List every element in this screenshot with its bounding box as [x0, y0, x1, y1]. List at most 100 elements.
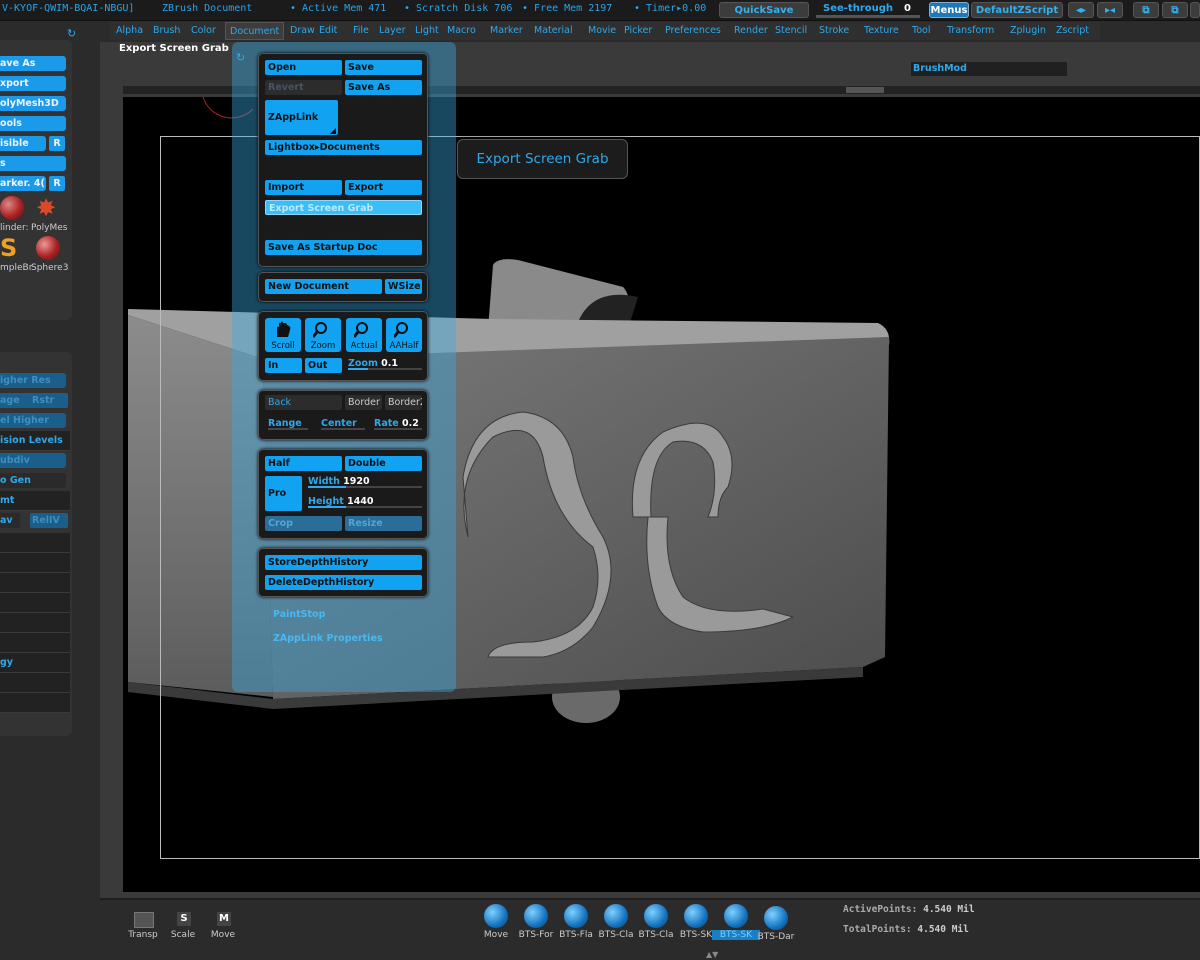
- subdiv-button[interactable]: ubdiv: [0, 453, 66, 468]
- height-slider[interactable]: Height 1440: [308, 494, 422, 509]
- relv-button[interactable]: RelIV: [30, 513, 68, 528]
- all-visible-button[interactable]: isible: [0, 136, 46, 151]
- tray-row-6[interactable]: [0, 633, 70, 653]
- brush-mod-field[interactable]: BrushMod: [911, 62, 1067, 76]
- menu-render[interactable]: Render: [734, 22, 768, 40]
- back-color-swatch[interactable]: Back: [265, 395, 342, 410]
- brush-bts-for[interactable]: BTS-For: [516, 904, 556, 944]
- zapplink-properties-subpalette[interactable]: ZAppLink Properties: [273, 633, 383, 644]
- wsize-button[interactable]: WSize: [385, 279, 422, 294]
- smooth-av-button[interactable]: av: [0, 513, 20, 528]
- export-screen-grab-button[interactable]: Export Screen Grab: [265, 200, 422, 215]
- brush-bts-sk-2-selected[interactable]: BTS-SK: [712, 904, 760, 944]
- del-higher-button[interactable]: el Higher: [0, 413, 66, 428]
- r-button-1[interactable]: R: [49, 136, 65, 151]
- new-document-button[interactable]: New Document: [265, 279, 382, 294]
- crop-button[interactable]: Crop: [265, 516, 342, 531]
- store-depth-history-button[interactable]: StoreDepthHistory: [265, 555, 422, 570]
- rstr-button[interactable]: Rstr: [30, 393, 68, 408]
- transp-button[interactable]: Transp: [128, 910, 158, 940]
- save-button[interactable]: Save: [345, 60, 422, 75]
- menu-arrows-right-icon[interactable]: ▸◂: [1097, 2, 1123, 18]
- half-button[interactable]: Half: [265, 456, 342, 471]
- move-button[interactable]: M Move: [208, 910, 238, 940]
- menu-zscript[interactable]: Zscript: [1056, 22, 1089, 40]
- panel-refresh-icon[interactable]: ↻: [67, 27, 76, 40]
- zapplink-button[interactable]: ZAppLink ◢: [265, 100, 338, 135]
- make-marker-button[interactable]: arker. 4(: [0, 176, 46, 191]
- topology-row[interactable]: gy: [0, 653, 70, 673]
- border2-swatch[interactable]: Border2: [385, 395, 422, 410]
- import-button[interactable]: Import: [265, 180, 342, 195]
- scale-button[interactable]: S Scale: [168, 910, 198, 940]
- simplebrush-icon[interactable]: S: [0, 236, 17, 260]
- zoom-button[interactable]: Zoom: [305, 318, 341, 352]
- close-window-icon[interactable]: [1190, 2, 1200, 18]
- width-slider[interactable]: Width 1920: [308, 474, 422, 489]
- menu-texture[interactable]: Texture: [864, 22, 899, 40]
- paintstop-subpalette[interactable]: PaintStop: [273, 609, 325, 620]
- tray-row-8[interactable]: [0, 693, 70, 713]
- cylinder-tool-thumb[interactable]: [0, 196, 24, 220]
- brush-bts-sk-1[interactable]: BTS-SK: [676, 904, 716, 944]
- menu-brush[interactable]: Brush: [153, 22, 180, 40]
- delete-depth-history-button[interactable]: DeleteDepthHistory: [265, 575, 422, 590]
- higher-res-button[interactable]: igher Res: [0, 373, 66, 388]
- menu-layer[interactable]: Layer: [379, 22, 406, 40]
- subdivision-levels-header[interactable]: ision Levels: [0, 431, 70, 451]
- scroll-button[interactable]: Scroll: [265, 318, 301, 352]
- r-button-2[interactable]: R: [49, 176, 65, 191]
- open-button[interactable]: Open: [265, 60, 342, 75]
- brush-bts-cla-2[interactable]: BTS-Cla: [636, 904, 676, 944]
- actual-button[interactable]: Actual: [346, 318, 382, 352]
- menu-material[interactable]: Material: [534, 22, 573, 40]
- menu-arrows-left-icon[interactable]: ◂▸: [1068, 2, 1094, 18]
- aahalf-button[interactable]: AAHalf: [386, 318, 422, 352]
- quicksave-button[interactable]: QuickSave: [719, 2, 809, 18]
- brush-bts-cla-1[interactable]: BTS-Cla: [596, 904, 636, 944]
- default-zscript-button[interactable]: DefaultZScript: [971, 2, 1063, 18]
- resize-button[interactable]: Resize: [345, 516, 422, 531]
- menu-zplugin[interactable]: Zplugin: [1010, 22, 1046, 40]
- brush-move[interactable]: Move: [476, 904, 516, 944]
- menu-color[interactable]: Color: [191, 22, 216, 40]
- revert-button[interactable]: Revert: [265, 80, 342, 95]
- polymesh-star-icon[interactable]: ✸: [36, 196, 56, 220]
- sphere3d-tool-thumb[interactable]: [36, 236, 60, 260]
- menu-movie[interactable]: Movie: [588, 22, 616, 40]
- menu-stroke[interactable]: Stroke: [819, 22, 849, 40]
- maximize-window-icon[interactable]: ⧉: [1162, 2, 1188, 18]
- menu-light[interactable]: Light: [415, 22, 439, 40]
- tray-row-5[interactable]: [0, 613, 70, 633]
- export-button[interactable]: xport: [0, 76, 66, 91]
- geo-gen-button[interactable]: o Gen: [0, 473, 66, 488]
- menu-edit[interactable]: Edit: [319, 22, 337, 40]
- tools-button[interactable]: ools: [0, 116, 66, 131]
- menu-preferences[interactable]: Preferences: [665, 22, 721, 40]
- restore-window-icon[interactable]: ⧉: [1133, 2, 1159, 18]
- zoom-out-button[interactable]: Out: [305, 358, 342, 373]
- zoom-slider[interactable]: Zoom 0.1: [348, 356, 422, 371]
- menu-picker[interactable]: Picker: [624, 22, 652, 40]
- save-as-button[interactable]: ave As: [0, 56, 66, 71]
- rate-slider[interactable]: Rate 0.2: [374, 416, 422, 431]
- menu-transform[interactable]: Transform: [947, 22, 994, 40]
- tray-row-4[interactable]: [0, 593, 70, 613]
- tray-row-1[interactable]: [0, 533, 70, 553]
- zoom-in-button[interactable]: In: [265, 358, 302, 373]
- menu-stencil[interactable]: Stencil: [775, 22, 807, 40]
- brush-bts-fla[interactable]: BTS-Fla: [556, 904, 596, 944]
- center-slider[interactable]: Center: [321, 416, 365, 431]
- clone-button[interactable]: s: [0, 156, 66, 171]
- polymesh3d-button[interactable]: olyMesh3D: [0, 96, 66, 111]
- export-doc-button[interactable]: Export: [345, 180, 422, 195]
- tray-row-2[interactable]: [0, 553, 70, 573]
- menu-draw[interactable]: Draw: [290, 22, 315, 40]
- menu-marker[interactable]: Marker: [490, 22, 523, 40]
- shelf-expand-arrows-icon[interactable]: ▲▼: [706, 950, 718, 959]
- remt-row[interactable]: mt: [0, 491, 70, 511]
- tray-row-7[interactable]: [0, 673, 70, 693]
- see-through-slider[interactable]: See-through 0: [816, 2, 920, 18]
- save-as-doc-button[interactable]: Save As: [345, 80, 422, 95]
- brush-bts-dar[interactable]: BTS-Dar: [756, 906, 796, 946]
